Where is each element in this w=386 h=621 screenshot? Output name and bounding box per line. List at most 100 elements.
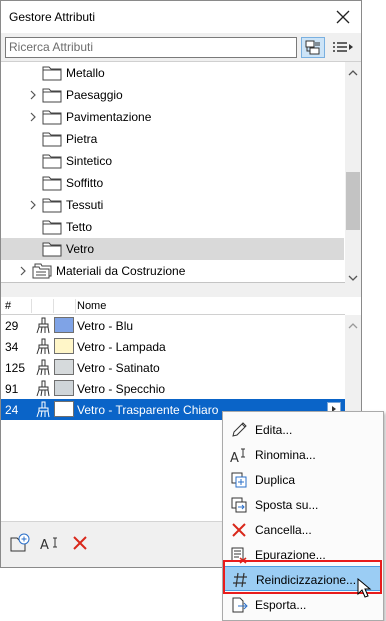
scroll-up-icon[interactable] bbox=[348, 66, 358, 76]
color-swatch bbox=[54, 359, 74, 375]
list-header: # Nome bbox=[1, 297, 345, 315]
tree-view-toggle-icon[interactable] bbox=[301, 37, 325, 58]
column-divider bbox=[75, 299, 76, 313]
tree-item[interactable]: Paesaggio bbox=[1, 84, 344, 106]
move-icon bbox=[230, 496, 248, 514]
rename-icon[interactable]: A bbox=[39, 532, 61, 554]
tree-item-label: Pietra bbox=[66, 132, 98, 146]
column-header-number[interactable]: # bbox=[5, 300, 11, 312]
search-input[interactable]: Ricerca Attributi bbox=[5, 37, 297, 58]
category-tree: Metallo Paesaggio Pavimentazione Pietra … bbox=[1, 61, 361, 283]
tree-item[interactable]: Pavimentazione bbox=[1, 106, 344, 128]
menu-item-rename[interactable]: A Rinomina... bbox=[224, 442, 382, 467]
folder-icon bbox=[42, 197, 62, 213]
column-divider bbox=[31, 299, 32, 313]
attribute-index: 29 bbox=[5, 319, 19, 333]
brush-icon bbox=[34, 317, 52, 334]
menu-item-edit[interactable]: Edita... bbox=[224, 417, 382, 442]
tree-item[interactable]: Soffitto bbox=[1, 172, 344, 194]
pencil-icon bbox=[230, 421, 248, 439]
color-swatch bbox=[54, 317, 74, 333]
list-row[interactable]: 29 Vetro - Blu bbox=[1, 315, 345, 336]
duplicate-icon bbox=[230, 471, 248, 489]
title-bar: Gestore Attributi bbox=[1, 1, 361, 33]
folder-icon bbox=[42, 87, 62, 103]
tree-item[interactable]: Pietra bbox=[1, 128, 344, 150]
attribute-name: Vetro - Specchio bbox=[77, 382, 166, 396]
attribute-name: Vetro - Lampada bbox=[77, 340, 166, 354]
window-title: Gestore Attributi bbox=[9, 10, 96, 24]
rename-icon: A bbox=[230, 446, 248, 466]
chevron-right-icon[interactable] bbox=[28, 89, 38, 101]
attribute-index: 125 bbox=[5, 361, 26, 375]
close-icon[interactable] bbox=[331, 5, 355, 29]
menu-item-move[interactable]: Sposta su... bbox=[224, 492, 382, 517]
chevron-right-icon[interactable] bbox=[28, 111, 38, 123]
tree-item-selected[interactable]: Vetro bbox=[1, 238, 344, 260]
delete-x-icon bbox=[230, 521, 248, 539]
tree-item[interactable]: Tessuti bbox=[1, 194, 344, 216]
search-row: Ricerca Attributi bbox=[1, 33, 361, 61]
tree-item[interactable]: Sintetico bbox=[1, 150, 344, 172]
column-header-name[interactable]: Nome bbox=[77, 300, 106, 312]
tree-scrollbar[interactable] bbox=[345, 62, 361, 283]
folder-icon bbox=[42, 241, 62, 257]
folder-icon bbox=[42, 65, 62, 81]
color-swatch bbox=[54, 338, 74, 354]
column-divider bbox=[53, 299, 54, 313]
svg-text:A: A bbox=[40, 538, 49, 553]
brush-icon bbox=[34, 380, 52, 397]
mouse-cursor-icon bbox=[356, 577, 374, 600]
list-view-menu-icon[interactable] bbox=[331, 37, 355, 58]
menu-item-label: Duplica bbox=[255, 473, 296, 487]
tree-item-label: Soffitto bbox=[66, 176, 104, 190]
list-row[interactable]: 34 Vetro - Lampada bbox=[1, 336, 345, 357]
folder-icon bbox=[42, 109, 62, 125]
tree-item-label: Sintetico bbox=[66, 154, 113, 168]
folder-icon bbox=[42, 219, 62, 235]
folder-stack-icon bbox=[32, 263, 52, 279]
chevron-right-icon[interactable] bbox=[28, 199, 38, 211]
menu-item-duplicate[interactable]: Duplica bbox=[224, 467, 382, 492]
export-icon bbox=[230, 596, 248, 614]
tree-item[interactable]: Materiali da Costruzione bbox=[1, 260, 344, 282]
folder-icon bbox=[42, 153, 62, 169]
attribute-name: Vetro - Trasparente Chiaro bbox=[77, 403, 219, 417]
folder-icon bbox=[42, 131, 62, 147]
tree-item-label: Paesaggio bbox=[66, 88, 123, 102]
list-row[interactable]: 91 Vetro - Specchio bbox=[1, 378, 345, 399]
attribute-name: Vetro - Blu bbox=[77, 319, 134, 333]
scroll-down-icon[interactable] bbox=[348, 271, 358, 281]
attribute-name: Vetro - Satinato bbox=[77, 361, 160, 375]
brush-icon bbox=[34, 359, 52, 376]
tree-item[interactable]: Tetto bbox=[1, 216, 344, 238]
menu-item-label: Edita... bbox=[255, 423, 293, 437]
scroll-up-icon[interactable] bbox=[348, 319, 358, 329]
tree-item-label: Metallo bbox=[66, 66, 105, 80]
color-swatch bbox=[54, 380, 74, 396]
color-swatch bbox=[54, 401, 74, 417]
delete-x-icon[interactable] bbox=[69, 532, 91, 554]
chevron-right-icon[interactable] bbox=[18, 265, 28, 277]
attribute-index: 91 bbox=[5, 382, 19, 396]
attribute-index: 34 bbox=[5, 340, 19, 354]
menu-item-delete[interactable]: Cancella... bbox=[224, 517, 382, 542]
attribute-index: 24 bbox=[5, 403, 19, 417]
tree-item[interactable]: Metallo bbox=[1, 62, 344, 84]
tree-item-label: Tessuti bbox=[66, 198, 104, 212]
menu-item-label: Cancella... bbox=[255, 523, 312, 537]
panel-splitter[interactable] bbox=[1, 284, 361, 297]
brush-icon bbox=[34, 338, 52, 355]
brush-icon bbox=[34, 401, 52, 418]
svg-text:A: A bbox=[230, 451, 239, 464]
folder-icon bbox=[42, 175, 62, 191]
menu-item-label: Sposta su... bbox=[255, 498, 319, 512]
tree-item-label: Tetto bbox=[66, 220, 93, 234]
new-folder-icon[interactable] bbox=[9, 532, 31, 554]
tree-item-label: Materiali da Costruzione bbox=[56, 264, 186, 278]
menu-item-label: Rinomina... bbox=[255, 448, 316, 462]
scrollbar-thumb[interactable] bbox=[346, 172, 360, 230]
tree-item-label: Pavimentazione bbox=[66, 110, 152, 124]
list-row[interactable]: 125 Vetro - Satinato bbox=[1, 357, 345, 378]
menu-item-label: Esporta... bbox=[255, 598, 307, 612]
